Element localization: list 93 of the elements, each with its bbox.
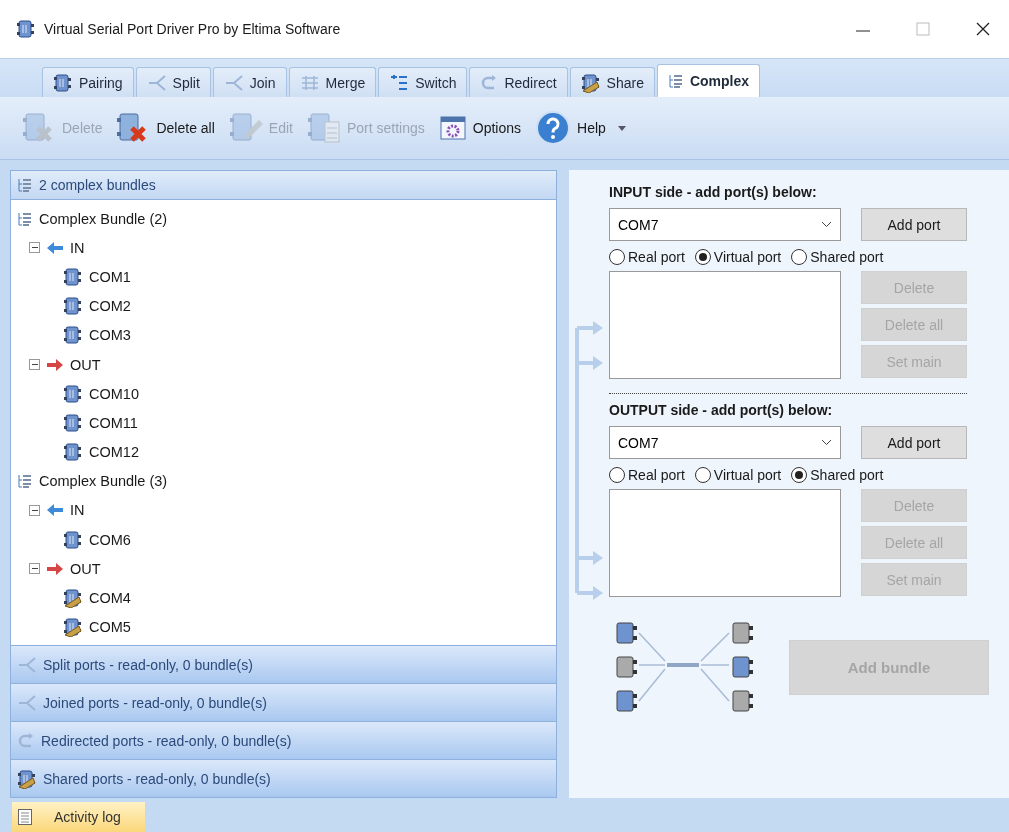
port-icon — [63, 383, 83, 404]
chevron-icon — [821, 221, 832, 228]
shared-port-icon — [580, 72, 601, 93]
tab[interactable]: Complex — [656, 64, 761, 97]
merge-lines-icon — [299, 73, 320, 92]
section-bar[interactable]: Shared ports - read-only, 0 bundle(s) — [11, 759, 556, 797]
tab[interactable]: Join — [212, 67, 287, 97]
port-icon — [63, 296, 83, 317]
switch-list-icon — [389, 73, 410, 92]
tab[interactable]: Redirect — [469, 67, 568, 97]
tree-item[interactable]: COM2 — [89, 298, 131, 315]
section-heading: OUTPUT side - add port(s) below: — [609, 402, 834, 418]
tree-item[interactable]: IN — [70, 239, 85, 256]
port-icon — [63, 412, 83, 433]
port-icon — [53, 72, 73, 93]
window-title: Virtual Serial Port Driver Pro by Eltima Software — [44, 21, 342, 37]
port-icon — [63, 325, 83, 346]
radio-button[interactable]: Real port — [609, 249, 685, 265]
toolbar-button[interactable]: Options — [438, 114, 522, 142]
tree-list-icon — [17, 473, 33, 490]
section-title: Joined ports - read-only, 0 bundle(s) — [43, 694, 267, 711]
port-list[interactable] — [609, 489, 841, 597]
radio-button[interactable]: Virtual port — [694, 467, 782, 483]
section-bar[interactable]: Joined ports - read-only, 0 bundle(s) — [11, 683, 556, 721]
shared-port-icon — [63, 588, 83, 609]
help-icon — [535, 110, 572, 146]
split-arrows-icon — [17, 655, 37, 674]
tree-item[interactable]: COM1 — [89, 268, 131, 285]
tree-item[interactable]: OUT — [70, 356, 101, 373]
tree-item[interactable]: Complex Bundle (3) — [39, 473, 168, 490]
panel-header-title: 2 complex bundles — [39, 177, 156, 193]
minimize-icon — [856, 30, 870, 32]
port-list-icon — [306, 112, 341, 144]
port-icon — [63, 266, 83, 287]
section-bar[interactable]: Redirected ports - read-only, 0 bundle(s) — [11, 721, 556, 759]
tab[interactable]: Split — [135, 67, 211, 97]
section-bar[interactable]: Split ports - read-only, 0 bundle(s) — [11, 645, 556, 683]
toolbar-button[interactable]: Delete all — [116, 112, 215, 144]
tree-item[interactable]: OUT — [70, 560, 101, 577]
add-port-button[interactable]: Add port — [861, 208, 967, 241]
activity-log-tab[interactable]: Activity log — [12, 802, 145, 832]
radio-button[interactable]: Virtual port — [694, 249, 782, 265]
right-arrow-icon — [46, 357, 64, 372]
right-arrow-icon — [46, 561, 64, 576]
radio-button[interactable]: Shared port — [791, 249, 884, 265]
left-arrow-icon — [46, 503, 64, 518]
radio-button[interactable]: Shared port — [791, 467, 884, 483]
left-arrow-icon — [46, 240, 64, 255]
tree-item[interactable]: COM10 — [89, 385, 139, 402]
tree-item[interactable]: COM5 — [89, 619, 131, 636]
tree-list-icon — [17, 177, 33, 193]
tree-item[interactable]: COM6 — [89, 531, 131, 548]
close-icon — [976, 22, 990, 36]
tree-list-icon — [667, 73, 684, 89]
settings-icon — [438, 114, 467, 142]
tree-item[interactable]: COM12 — [89, 444, 139, 461]
collapse-button[interactable] — [29, 563, 40, 575]
port-list[interactable] — [609, 271, 841, 379]
collapse-button[interactable] — [29, 504, 40, 516]
chevron-icon — [821, 439, 832, 446]
tree-item[interactable]: COM11 — [89, 414, 138, 431]
toolbar-button[interactable]: Help — [535, 110, 626, 146]
tab[interactable]: Pairing — [42, 67, 134, 97]
redirect-arrow-icon — [17, 731, 35, 750]
port-edit-icon — [228, 112, 263, 144]
join-arrows-icon — [17, 693, 37, 712]
port-dropdown[interactable]: COM7 — [609, 426, 841, 459]
tree-item[interactable]: COM4 — [89, 590, 131, 607]
section-heading: INPUT side - add port(s) below: — [609, 184, 818, 200]
shared-port-icon — [63, 617, 83, 638]
maximize-icon — [916, 22, 930, 36]
section-title: Redirected ports - read-only, 0 bundle(s) — [41, 732, 292, 749]
collapse-button[interactable] — [29, 359, 40, 371]
log-icon — [18, 809, 32, 825]
tab[interactable]: Switch — [378, 67, 468, 97]
collapse-button[interactable] — [29, 242, 40, 254]
radio-button[interactable]: Real port — [609, 467, 685, 483]
port-icon — [63, 442, 83, 463]
tree-item[interactable]: COM3 — [89, 327, 131, 344]
tab[interactable]: Merge — [288, 67, 377, 97]
split-arrows-icon — [146, 73, 167, 92]
tree-list-icon — [17, 210, 33, 227]
shared-port-icon — [17, 768, 37, 789]
port-icon — [16, 19, 36, 39]
port-dropdown[interactable]: COM7 — [609, 208, 841, 241]
tab[interactable]: Share — [569, 67, 655, 97]
section-title: Split ports - read-only, 0 bundle(s) — [43, 656, 253, 673]
add-port-button[interactable]: Add port — [861, 426, 967, 459]
section-title: Shared ports - read-only, 0 bundle(s) — [43, 770, 271, 787]
port-icon — [63, 529, 83, 550]
tree-item[interactable]: IN — [70, 502, 85, 519]
tree-item[interactable]: Complex Bundle (2) — [39, 210, 168, 227]
join-arrows-icon — [223, 73, 244, 92]
